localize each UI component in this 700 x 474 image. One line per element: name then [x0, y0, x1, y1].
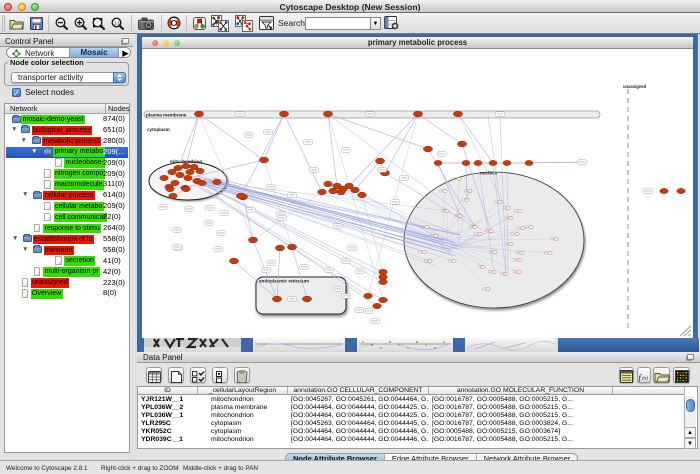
svg-text:cytoplasm: cytoplasm [147, 127, 170, 132]
svg-text:plasma membrane: plasma membrane [146, 112, 187, 117]
svg-text:unassigned: unassigned [623, 84, 647, 89]
svg-text:1:1: 1:1 [114, 21, 121, 26]
svg-text:(x): (x) [642, 376, 648, 381]
